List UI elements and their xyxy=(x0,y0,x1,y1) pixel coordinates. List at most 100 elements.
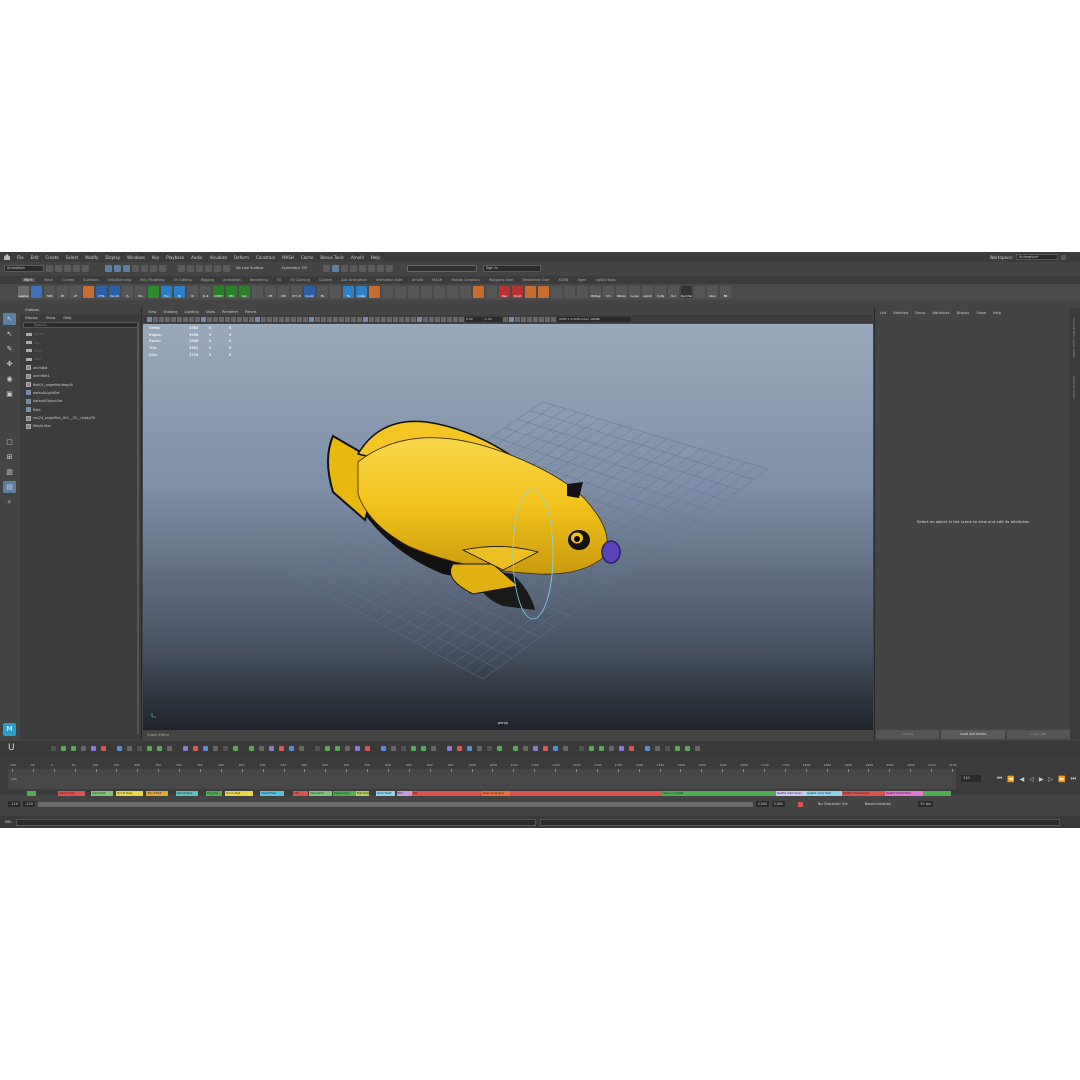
viewport-tool-icon[interactable] xyxy=(183,316,188,322)
range-start-field[interactable]: -110 xyxy=(8,801,20,807)
viewport-tool-icon[interactable] xyxy=(243,316,248,322)
time-editor-clip[interactable]: Turn R Slow xyxy=(116,791,143,796)
outliner-item[interactable]: fish01_angelfishYeaplh xyxy=(26,380,141,388)
anim-tool-icon[interactable] xyxy=(233,745,238,751)
render-settings-icon[interactable] xyxy=(340,264,348,272)
shelf-button-icon[interactable]: IR xyxy=(187,286,198,298)
menu-deform[interactable]: Deform xyxy=(234,255,249,260)
viewport-tool-icon[interactable] xyxy=(273,316,278,322)
attribute-menu-list[interactable]: List xyxy=(880,311,886,315)
shelf-button-icon[interactable]: BS xyxy=(343,286,354,298)
shelf-button-icon[interactable] xyxy=(525,286,536,298)
step-back-key-icon[interactable]: ⏪ xyxy=(1007,776,1014,783)
outliner-item[interactable]: side xyxy=(26,355,141,363)
anim-tool-icon[interactable] xyxy=(345,745,350,751)
shelf-button-icon[interactable]: R-U xyxy=(668,286,679,298)
shelf-tab-animation[interactable]: Animation xyxy=(223,278,241,282)
shelf-button-icon[interactable] xyxy=(551,286,562,298)
light-editor-icon[interactable] xyxy=(367,264,375,272)
shelf-tab-xgen[interactable]: XGEN xyxy=(558,278,568,282)
shelf-button-icon[interactable] xyxy=(486,286,497,298)
menu-key[interactable]: Key xyxy=(152,255,159,260)
attribute-menu-help[interactable]: Help xyxy=(993,311,1001,315)
shelf-button-icon[interactable]: MR xyxy=(278,286,289,298)
viewport-tool-icon[interactable] xyxy=(165,316,170,322)
outliner-item[interactable]: front xyxy=(26,347,141,355)
shelf-button-icon[interactable] xyxy=(408,286,419,298)
viewport-tool-icon[interactable] xyxy=(527,316,532,322)
anim-tool-icon[interactable] xyxy=(61,745,66,751)
attribute-menu-focus[interactable]: Focus xyxy=(915,311,925,315)
far-clip-field[interactable]: 1.00 xyxy=(484,316,502,322)
shelf-button-icon[interactable]: Cbso xyxy=(707,286,718,298)
shelf-button-icon[interactable] xyxy=(421,286,432,298)
shelf-button-icon[interactable]: CONST xyxy=(213,286,224,298)
select-hierarchy-icon[interactable] xyxy=(105,264,112,272)
anim-tool-icon[interactable] xyxy=(157,745,162,751)
shelf-button-icon[interactable]: export xyxy=(642,286,653,298)
menu-arnold[interactable]: Arnold xyxy=(351,255,364,260)
snap-view-icon[interactable] xyxy=(205,264,212,272)
shelf-tab-fx[interactable]: FX xyxy=(277,278,281,282)
menu-playback[interactable]: Playback xyxy=(166,255,184,260)
menu-constrain[interactable]: Constrain xyxy=(256,255,275,260)
anim-tool-icon[interactable] xyxy=(71,745,76,751)
outliner-item[interactable]: animBot xyxy=(26,364,141,372)
viewport-tool-icon[interactable] xyxy=(405,316,410,322)
outliner-item[interactable]: defaultObjectSet xyxy=(26,397,141,405)
viewport-tool-icon[interactable] xyxy=(345,316,350,322)
viewport-tool-icon[interactable] xyxy=(171,316,176,322)
channel-box-tab[interactable]: Channel Box / Layer Editor xyxy=(1072,318,1076,358)
layout-icon[interactable]: ▤ xyxy=(3,481,16,493)
shelf-button-icon[interactable]: Bez xyxy=(499,286,510,298)
open-scene-icon[interactable] xyxy=(55,264,62,272)
menu-cache[interactable]: Cache xyxy=(301,255,313,260)
viewport-tool-icon[interactable] xyxy=(261,316,266,322)
scale-tool-icon[interactable]: ▣ xyxy=(3,388,16,400)
shelf-button-icon[interactable]: JS xyxy=(122,286,133,298)
outliner-item[interactable]: animBot1 xyxy=(26,372,141,380)
anim-tool-icon[interactable] xyxy=(401,745,406,751)
command-language-label[interactable]: MEL xyxy=(5,820,12,824)
shelf-button-icon[interactable] xyxy=(434,286,445,298)
range-inner-start-field[interactable]: -110 xyxy=(22,801,35,807)
viewport-tool-icon[interactable] xyxy=(147,316,152,322)
shelf-tab-rigging[interactable]: Rigging xyxy=(201,278,214,282)
anim-tool-icon[interactable] xyxy=(381,745,386,751)
time-editor-clip[interactable]: Swim Fast xyxy=(91,791,114,796)
viewport-tool-icon[interactable] xyxy=(429,316,434,322)
near-clip-field[interactable]: 0.00 xyxy=(465,316,483,322)
menu-mash[interactable]: MASH xyxy=(282,255,294,260)
shelf-tab-polygons-user[interactable]: Polygons User xyxy=(489,278,514,282)
auto-key-icon[interactable] xyxy=(797,801,803,807)
shelf-button-icon[interactable]: S_Obj xyxy=(655,286,666,298)
viewport-tool-icon[interactable] xyxy=(399,316,404,322)
viewport-tool-icon[interactable] xyxy=(219,316,224,322)
anim-tool-icon[interactable] xyxy=(269,745,274,751)
viewport-tool-icon[interactable] xyxy=(153,316,158,322)
shelf-button-icon[interactable]: DynChain xyxy=(681,286,692,298)
anim-tool-icon[interactable] xyxy=(533,745,538,751)
viewport-tool-icon[interactable] xyxy=(225,316,230,322)
anim-layer-field[interactable]: BaseAnimation xyxy=(865,802,891,806)
shelf-button-icon[interactable] xyxy=(447,286,458,298)
paint-select-icon[interactable]: ✎ xyxy=(3,343,16,355)
mask-icon-4[interactable] xyxy=(159,264,166,272)
viewport-tool-icon[interactable] xyxy=(441,316,446,322)
anim-tool-icon[interactable] xyxy=(299,745,304,751)
anim-tool-icon[interactable] xyxy=(563,745,568,751)
viewport-tool-icon[interactable] xyxy=(237,316,242,322)
menu-visualize[interactable]: Visualize xyxy=(209,255,227,260)
current-frame-field[interactable]: 110 xyxy=(961,775,981,782)
time-editor-clip[interactable]: Idle xyxy=(411,791,482,796)
snap-grid-icon[interactable] xyxy=(178,264,185,272)
live-surface-label[interactable]: No Live Surface xyxy=(236,266,263,270)
pause-icon[interactable] xyxy=(385,264,393,272)
shelf-button-icon[interactable]: R→S xyxy=(200,286,211,298)
viewport-tool-icon[interactable] xyxy=(423,316,428,322)
shelf-tab-fx-caching[interactable]: FX Caching xyxy=(290,278,310,282)
viewport-tool-icon[interactable] xyxy=(333,316,338,322)
menu-bonus-tools[interactable]: Bonus Tools xyxy=(320,255,343,260)
time-editor-clip[interactable]: Swim1 Slow xyxy=(58,791,85,796)
rotate-tool-icon[interactable]: ◉ xyxy=(3,373,16,385)
